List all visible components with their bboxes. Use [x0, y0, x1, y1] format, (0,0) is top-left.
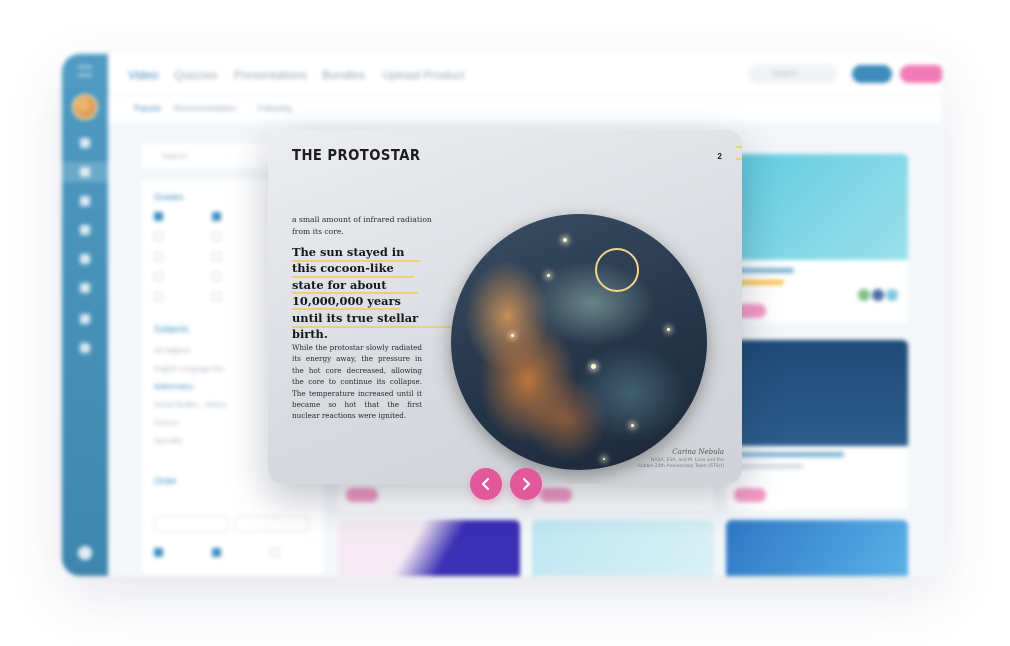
order-checkbox[interactable]: [270, 548, 279, 557]
subject-option[interactable]: Social Studies - History: [154, 402, 226, 409]
rail-help-icon[interactable]: [78, 546, 92, 560]
screen: Video Quizzes Presentations Bundles Uplo…: [0, 0, 1010, 646]
body-paragraph: While the protostar slowly radiated its …: [292, 343, 422, 421]
previous-page-button[interactable]: [470, 468, 502, 500]
rail-avatar[interactable]: [72, 94, 98, 120]
product-card[interactable]: [726, 154, 908, 322]
blue-action-button[interactable]: [852, 65, 892, 83]
order-heading: Order: [154, 476, 178, 486]
subjects-heading: Subjects: [154, 324, 189, 334]
grade-checkbox[interactable]: [212, 252, 221, 261]
page-number: 2: [717, 152, 722, 161]
chevron-right-icon: [522, 477, 531, 491]
product-thumbnail[interactable]: [338, 520, 520, 576]
card-tag-button[interactable]: [540, 488, 572, 502]
subject-option[interactable]: Science: [154, 420, 179, 427]
nav-tab-quizzes[interactable]: Quizzes: [174, 68, 217, 82]
menu-icon[interactable]: [78, 66, 92, 76]
product-thumbnail[interactable]: [532, 520, 714, 576]
next-page-button[interactable]: [510, 468, 542, 500]
card-tag-button[interactable]: [346, 488, 378, 502]
highlight-ring: [595, 248, 639, 292]
page-title: THE PROTOSTAR: [292, 146, 421, 164]
grades-heading: Grades: [154, 192, 184, 202]
teacher-video-thumbnail: [726, 340, 908, 446]
image-caption-credit: NASA, ESA, and M. Livio and the Hubble 2…: [637, 458, 724, 469]
grade-checkbox[interactable]: [212, 232, 221, 241]
grade-checkbox[interactable]: [154, 272, 163, 281]
grade-checkbox[interactable]: [154, 232, 163, 241]
product-thumbnail[interactable]: [726, 520, 908, 576]
grade-checkbox[interactable]: [154, 292, 163, 301]
grade-checkbox[interactable]: [212, 292, 221, 301]
chevron-left-icon: [481, 477, 490, 491]
subject-option[interactable]: Mathematics: [154, 384, 194, 391]
image-caption-title: Carina Nebula: [672, 448, 724, 456]
sub-tab-recommendation[interactable]: Recommendation: [174, 104, 237, 113]
sub-tab-following[interactable]: Following: [258, 104, 292, 113]
top-search-input[interactable]: Search: [748, 64, 838, 84]
rail-folder-icon[interactable]: [80, 225, 90, 235]
grade-checkbox[interactable]: [212, 212, 221, 221]
order-select[interactable]: [234, 516, 308, 532]
order-checkbox[interactable]: [154, 548, 163, 557]
sub-navigation: Popular Recommendation Following: [108, 94, 942, 122]
rail-camera-icon[interactable]: [80, 283, 90, 293]
intro-text: a small amount of infrared radiation fro…: [292, 215, 432, 236]
subject-option[interactable]: Specialty: [154, 438, 182, 445]
food-truck-thumbnail: [726, 154, 908, 260]
order-checkbox[interactable]: [212, 548, 221, 557]
rail-chat-icon[interactable]: [80, 254, 90, 264]
book-page-preview: THE PROTOSTAR 2 a small amount of infrar…: [268, 130, 742, 484]
pink-action-button[interactable]: [900, 65, 942, 83]
card-meta: [734, 464, 804, 469]
nav-tab-upload[interactable]: Upload Product: [382, 68, 465, 82]
sub-tab-popular[interactable]: Popular: [134, 104, 162, 113]
card-title[interactable]: [734, 452, 844, 457]
top-navigation: Video Quizzes Presentations Bundles Uplo…: [108, 54, 942, 94]
product-card[interactable]: [726, 340, 908, 510]
nav-tab-presentations[interactable]: Presentations: [234, 68, 307, 82]
grade-checkbox[interactable]: [212, 272, 221, 281]
rail-video-icon[interactable]: [80, 196, 90, 206]
page-edge-marker: [736, 146, 742, 160]
side-rail: [62, 54, 108, 576]
grade-checkbox[interactable]: [154, 212, 163, 221]
creator-avatars: [856, 288, 900, 301]
order-select[interactable]: [154, 516, 228, 532]
nav-tab-video[interactable]: Video: [128, 68, 158, 82]
rail-settings-icon[interactable]: [80, 343, 90, 353]
card-tag-button[interactable]: [734, 488, 766, 502]
card-title[interactable]: [734, 268, 794, 273]
rail-home-icon[interactable]: [80, 138, 90, 148]
nebula-image: [451, 214, 707, 470]
grade-checkbox[interactable]: [154, 252, 163, 261]
nav-tab-bundles[interactable]: Bundles: [322, 68, 365, 82]
rail-library-icon[interactable]: [80, 167, 90, 177]
subject-option[interactable]: English Language Arts: [154, 366, 224, 373]
subject-option[interactable]: All Subjects: [154, 348, 191, 355]
rail-calendar-icon[interactable]: [80, 314, 90, 324]
